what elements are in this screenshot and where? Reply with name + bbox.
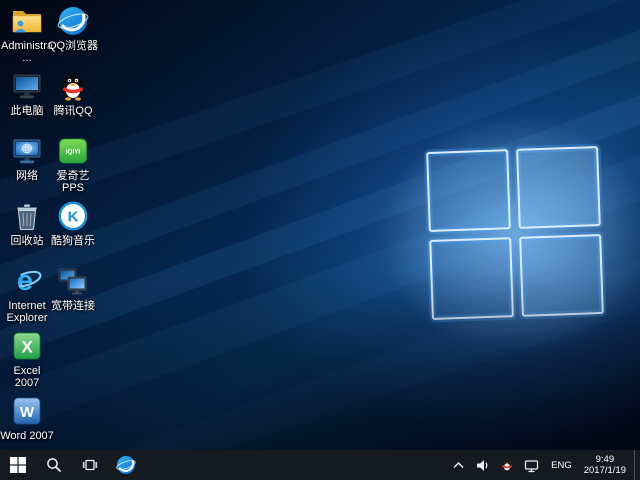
qq-penguin-tray-icon (500, 458, 514, 472)
iqiyi-pps-icon: iQIYI (56, 134, 90, 168)
desktop-icon-word-2007[interactable]: W Word 2007 (0, 394, 54, 442)
qq-browser-taskbar-icon (116, 455, 136, 475)
desktop-background[interactable]: Administra... 此电脑 网络 (0, 0, 640, 450)
tencent-qq-penguin-icon (56, 69, 90, 103)
icon-label: 腾讯QQ (46, 105, 100, 117)
kugou-music-icon: K (56, 199, 90, 233)
tray-clock[interactable]: 9:49 2017/1/19 (579, 454, 634, 476)
task-view-button[interactable] (72, 450, 108, 480)
clock-date: 2017/1/19 (584, 465, 626, 476)
desktop-icon-kugou-music[interactable]: K 酷狗音乐 (46, 199, 100, 247)
word-letter: W (20, 404, 35, 421)
chevron-up-icon (452, 459, 465, 472)
network-icon (10, 134, 44, 168)
kugou-letter: K (68, 209, 79, 226)
taskbar: ENG 9:49 2017/1/19 (0, 450, 640, 480)
system-tray: ENG 9:49 2017/1/19 (447, 450, 640, 480)
recycle-bin-icon (10, 199, 44, 233)
taskbar-left (0, 450, 144, 480)
windows-logo-icon (9, 456, 27, 474)
start-button[interactable] (0, 450, 36, 480)
desktop-icon-qq-browser[interactable]: QQ浏览器 (46, 4, 100, 52)
broadband-connection-icon (56, 264, 90, 298)
qq-browser-icon (56, 4, 90, 38)
desktop-icon-broadband[interactable]: 宽带连接 (46, 264, 100, 312)
tray-hidden-icons-button[interactable] (447, 450, 470, 480)
search-button[interactable] (36, 450, 72, 480)
tray-language-indicator[interactable]: ENG (544, 450, 579, 480)
word-icon: W (10, 394, 44, 428)
icon-label: 宽带连接 (46, 300, 100, 312)
this-pc-icon (10, 69, 44, 103)
search-icon (46, 457, 62, 473)
network-tray-icon (524, 458, 539, 473)
task-view-icon (82, 457, 98, 473)
iqiyi-wordmark: iQIYI (66, 149, 81, 156)
icon-label: Word 2007 (0, 430, 54, 442)
speaker-icon (475, 458, 490, 473)
desktop-icon-excel-2007[interactable]: X Excel 2007 (0, 329, 54, 389)
taskbar-qq-browser-button[interactable] (108, 450, 144, 480)
icon-label: Excel 2007 (0, 365, 54, 389)
ie-letter: e (17, 265, 33, 297)
icon-label: 爱奇艺PPS (46, 170, 100, 194)
icon-label: 酷狗音乐 (46, 235, 100, 247)
desktop-icon-tencent-qq[interactable]: 腾讯QQ (46, 69, 100, 117)
internet-explorer-icon: e (10, 264, 44, 298)
tray-qq-button[interactable] (495, 450, 519, 480)
clock-time: 9:49 (584, 454, 626, 465)
tray-volume-button[interactable] (470, 450, 495, 480)
tray-network-button[interactable] (519, 450, 544, 480)
show-desktop-button[interactable] (634, 450, 640, 480)
excel-letter: X (21, 338, 33, 357)
excel-icon: X (10, 329, 44, 363)
desktop-icon-iqiyi-pps[interactable]: iQIYI 爱奇艺PPS (46, 134, 100, 194)
administrator-folder-icon (10, 4, 44, 38)
icon-label: QQ浏览器 (46, 40, 100, 52)
